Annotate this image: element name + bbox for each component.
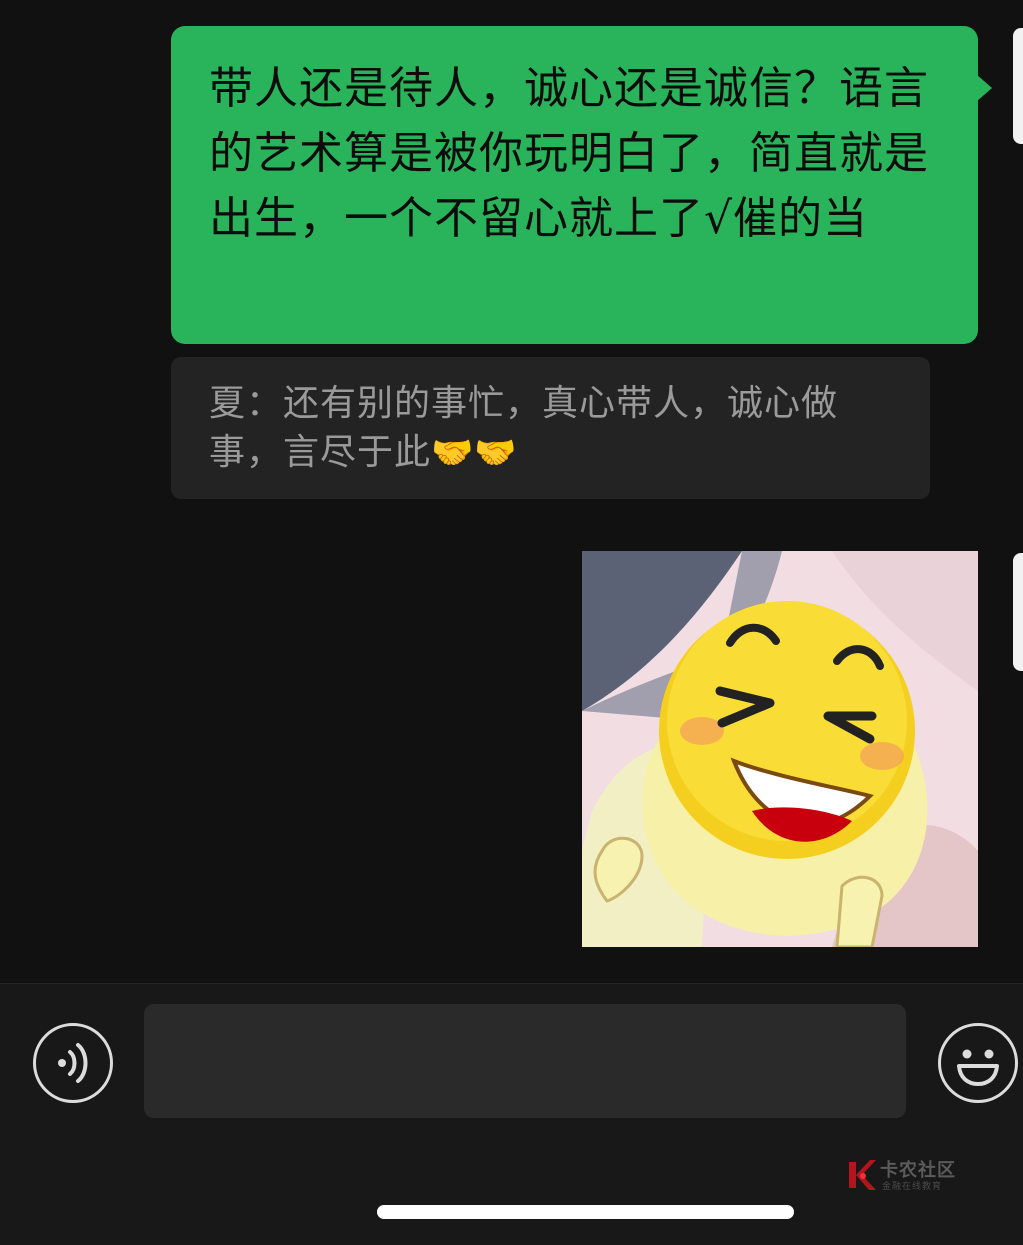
voice-icon bbox=[58, 1043, 88, 1083]
user-avatar[interactable] bbox=[1013, 28, 1023, 144]
sticker-image bbox=[582, 551, 978, 947]
handshake-emoji: 🤝🤝 bbox=[431, 433, 518, 473]
chat-area: 带人还是待人，诚心还是诚信？语言的艺术算是被你玩明白了，简直就是出生，一个不留心… bbox=[0, 0, 1023, 983]
home-indicator[interactable] bbox=[377, 1205, 794, 1219]
kanong-logo-icon bbox=[849, 1160, 876, 1190]
watermark: 卡农社区 金融在线教育 bbox=[846, 1156, 966, 1194]
quoted-message-text: 夏：还有别的事忙，真心带人，诚心做事，言尽于此 bbox=[209, 383, 839, 473]
outgoing-message-text: 带人还是待人，诚心还是诚信？语言的艺术算是被你玩明白了，简直就是出生，一个不留心… bbox=[209, 63, 929, 244]
quoted-message[interactable]: 夏：还有别的事忙，真心带人，诚心做事，言尽于此🤝🤝 bbox=[171, 357, 930, 499]
voice-button[interactable] bbox=[33, 1023, 113, 1103]
laughing-face-sticker[interactable] bbox=[582, 551, 978, 947]
user-avatar-2[interactable] bbox=[1013, 553, 1023, 671]
message-input[interactable] bbox=[144, 1004, 906, 1118]
outgoing-message-bubble[interactable]: 带人还是待人，诚心还是诚信？语言的艺术算是被你玩明白了，简直就是出生，一个不留心… bbox=[171, 26, 992, 344]
watermark-subtitle: 金融在线教育 bbox=[882, 1182, 943, 1192]
bubble-tail bbox=[976, 74, 992, 102]
emoji-button[interactable] bbox=[938, 1023, 1018, 1103]
emoji-face-icon bbox=[957, 1049, 999, 1086]
